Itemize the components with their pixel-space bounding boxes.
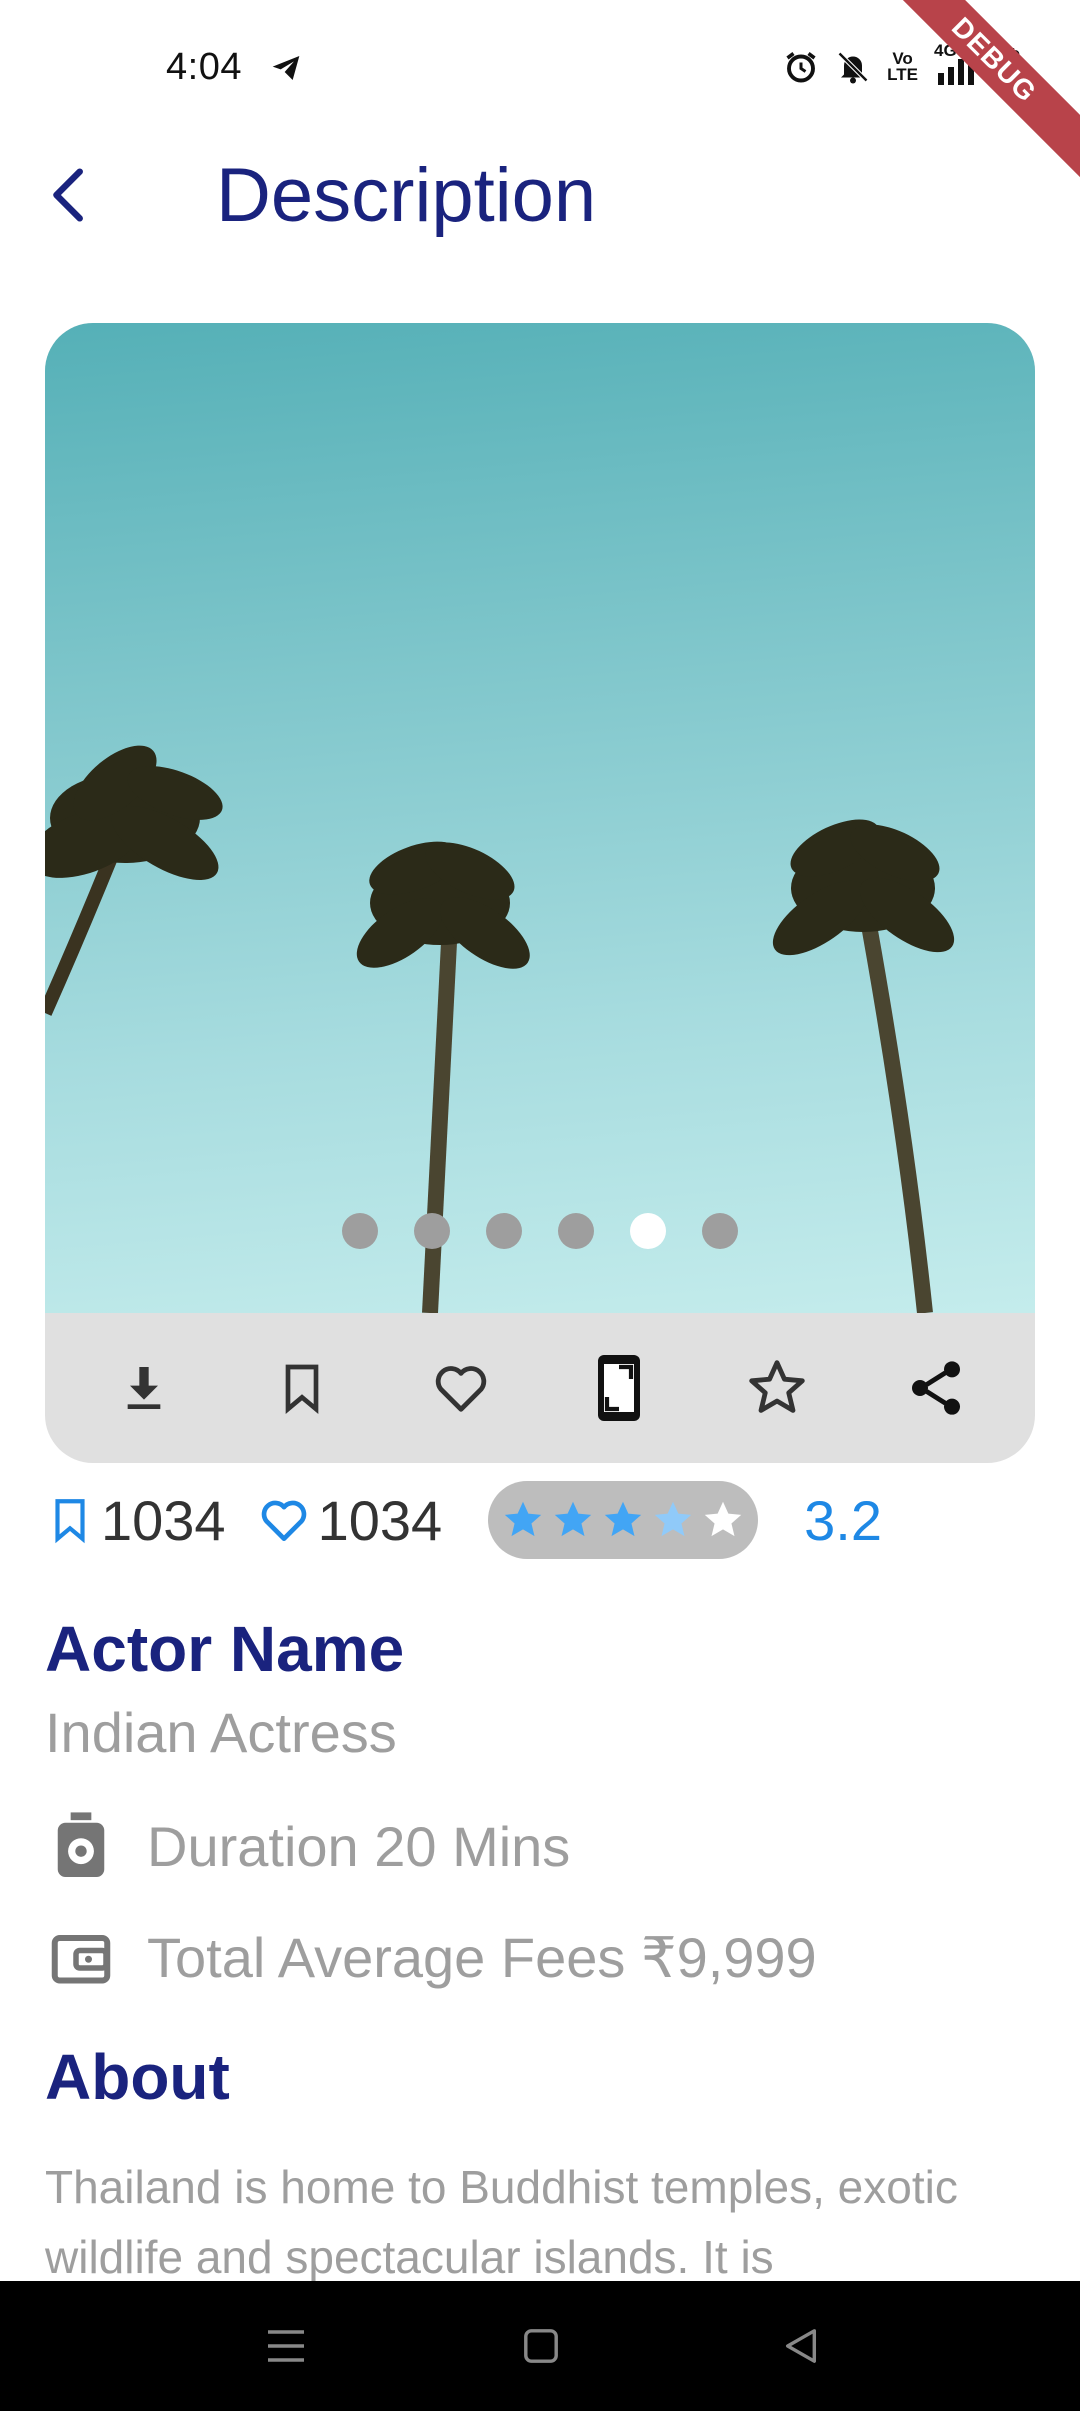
home-square-icon bbox=[524, 2329, 558, 2363]
heart-outline-icon bbox=[261, 1500, 306, 1541]
share-icon bbox=[911, 1361, 960, 1415]
carousel-dot[interactable] bbox=[630, 1213, 666, 1249]
like-count: 1034 bbox=[256, 1488, 443, 1553]
bookmark-outline-icon bbox=[55, 1499, 85, 1544]
duration-row: Duration 20 Mins bbox=[45, 1810, 570, 1882]
carousel-indicator bbox=[45, 1213, 1035, 1249]
nav-back-button[interactable] bbox=[770, 2315, 832, 2377]
bookmark-button[interactable] bbox=[257, 1343, 347, 1433]
bookmark-count-value: 1034 bbox=[101, 1488, 226, 1552]
like-count-value: 1034 bbox=[317, 1488, 443, 1552]
star-icon bbox=[749, 1360, 806, 1413]
status-bar: 4:04 Vo LTE 4G DEBUG bbox=[0, 0, 1080, 182]
rating-value: 3.2 bbox=[804, 1488, 883, 1552]
volte-line2: LTE bbox=[887, 65, 918, 84]
fees-text: Total Average Fees ₹9,999 bbox=[147, 1926, 817, 1989]
page-title: Description bbox=[216, 153, 597, 238]
nav-home-button[interactable] bbox=[510, 2315, 572, 2377]
carousel-image[interactable] bbox=[45, 323, 1035, 1313]
download-icon bbox=[127, 1367, 161, 1409]
rating-star-icon bbox=[654, 1501, 692, 1537]
notifications-off-icon bbox=[838, 51, 869, 84]
app-bar: Description bbox=[0, 140, 1080, 250]
carousel-dot[interactable] bbox=[558, 1213, 594, 1249]
back-button[interactable] bbox=[36, 160, 106, 230]
stopwatch-icon bbox=[45, 1810, 117, 1882]
carousel-dot[interactable] bbox=[414, 1213, 450, 1249]
carousel-dot[interactable] bbox=[702, 1213, 738, 1249]
description-screen: 4:04 Vo LTE 4G DEBUG Description 1034 10… bbox=[0, 0, 1080, 2411]
actor-name: Actor Name bbox=[45, 1613, 405, 1685]
volte-indicator: Vo LTE bbox=[887, 50, 918, 84]
alarm-icon bbox=[786, 52, 816, 83]
like-button[interactable] bbox=[416, 1343, 506, 1433]
status-time: 4:04 bbox=[166, 46, 242, 88]
wallet-icon bbox=[45, 1922, 117, 1994]
bookmark-icon bbox=[286, 1364, 319, 1414]
carousel-dot[interactable] bbox=[486, 1213, 522, 1249]
rating-stars[interactable] bbox=[488, 1481, 759, 1559]
stats-row: 1034 1034 3.2 bbox=[45, 1478, 1045, 1562]
rate-button[interactable] bbox=[732, 1343, 822, 1433]
fees-row: Total Average Fees ₹9,999 bbox=[45, 1922, 817, 1994]
carousel-dot[interactable] bbox=[342, 1213, 378, 1249]
share-button[interactable] bbox=[891, 1343, 981, 1433]
bookmark-count: 1034 bbox=[45, 1488, 226, 1553]
download-button[interactable] bbox=[99, 1343, 189, 1433]
nav-menu-button[interactable] bbox=[255, 2315, 317, 2377]
image-action-bar bbox=[45, 1313, 1035, 1463]
telegram-icon bbox=[272, 56, 300, 80]
set-wallpaper-button[interactable] bbox=[574, 1343, 664, 1433]
actor-role: Indian Actress bbox=[45, 1701, 397, 1764]
chevron-left-icon bbox=[53, 168, 83, 222]
heart-icon bbox=[435, 1366, 487, 1412]
set-wallpaper-icon bbox=[598, 1355, 641, 1421]
rating-star-icon bbox=[554, 1501, 592, 1537]
rating-star-icon bbox=[504, 1501, 542, 1537]
about-heading: About bbox=[45, 2041, 230, 2113]
about-description: Thailand is home to Buddhist temples, ex… bbox=[45, 2161, 958, 2283]
menu-icon bbox=[268, 2330, 304, 2362]
rating-star-icon bbox=[604, 1501, 642, 1537]
back-triangle-icon bbox=[785, 2329, 817, 2363]
system-nav-bar bbox=[0, 2281, 1080, 2411]
duration-text: Duration 20 Mins bbox=[147, 1814, 571, 1878]
palm-trees-illustration bbox=[45, 745, 955, 1313]
rating-star-icon bbox=[704, 1501, 742, 1537]
image-carousel-card bbox=[45, 323, 1035, 1463]
